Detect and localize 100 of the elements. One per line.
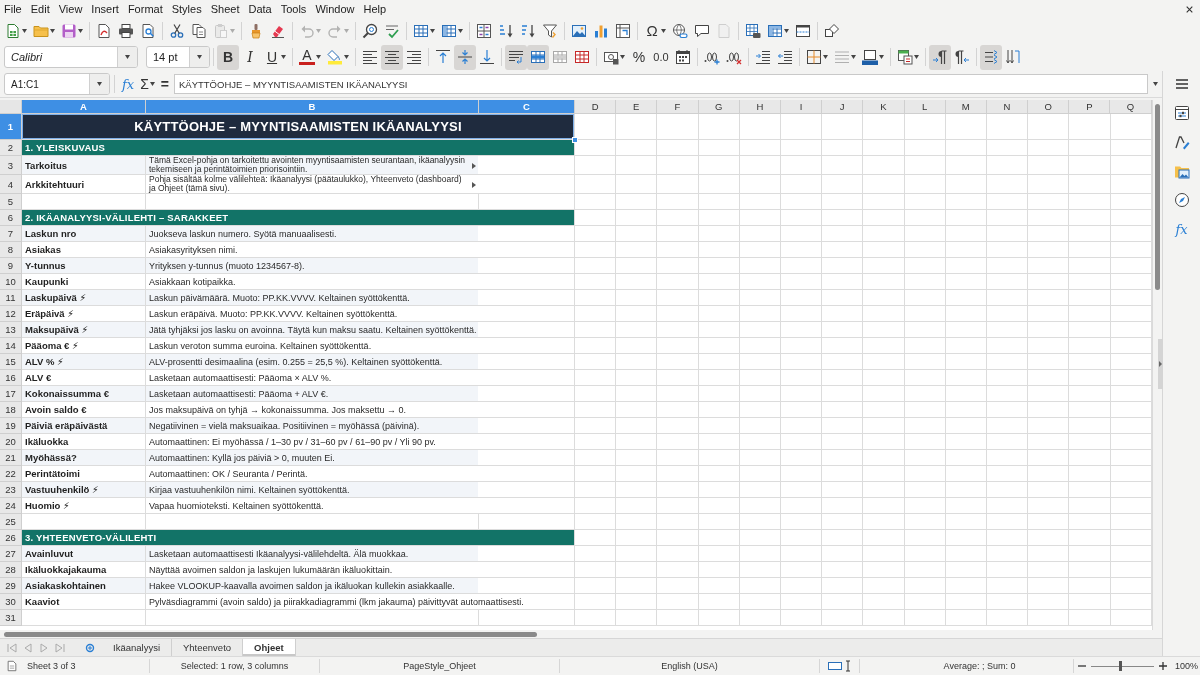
wrap-text-button[interactable] — [505, 44, 527, 70]
column-header[interactable]: J — [822, 100, 864, 114]
sidebar-collapse-button[interactable] — [1158, 339, 1163, 389]
font-name-field[interactable]: Calibri — [4, 46, 138, 68]
page-style-text: PageStyle_Ohjeet — [403, 661, 476, 671]
table-grid-icon — [745, 22, 761, 39]
align-center-button[interactable] — [381, 44, 403, 70]
column-header[interactable]: E — [616, 100, 658, 114]
function-wizard-button[interactable]: fx — [119, 73, 138, 95]
row-header[interactable]: 26 — [0, 530, 22, 546]
row-header[interactable]: 31 — [0, 610, 22, 626]
bold-button[interactable]: B — [217, 44, 239, 70]
row-header[interactable]: 5 — [0, 194, 22, 210]
percent-format-button[interactable]: % — [628, 44, 650, 70]
zoom-slider-thumb[interactable] — [1118, 661, 1122, 671]
row-header[interactable]: 23 — [0, 482, 22, 498]
row-header[interactable]: 12 — [0, 306, 22, 322]
row-header[interactable]: 7 — [0, 226, 22, 242]
zoom-percent-text[interactable]: 100% — [1175, 661, 1199, 671]
row-header[interactable]: 19 — [0, 418, 22, 434]
printer-icon — [118, 22, 134, 39]
row-header[interactable]: 20 — [0, 434, 22, 450]
row-header[interactable]: 17 — [0, 386, 22, 402]
column-header[interactable]: M — [945, 100, 987, 114]
row-header[interactable]: 21 — [0, 450, 22, 466]
menu-item[interactable]: Styles — [167, 0, 206, 18]
row-header[interactable]: 28 — [0, 562, 22, 578]
column-header[interactable]: G — [698, 100, 740, 114]
dropdown-button[interactable] — [189, 47, 209, 67]
row-header[interactable]: 24 — [0, 498, 22, 514]
font-size-field[interactable]: 14 pt — [146, 46, 210, 68]
scissors-icon — [169, 22, 185, 39]
menu-item[interactable]: Sheet — [206, 0, 244, 18]
menu-item[interactable]: View — [54, 0, 87, 18]
number-format-button[interactable]: 0.0 — [650, 44, 672, 70]
scrollbar-thumb[interactable] — [1155, 104, 1160, 290]
menu-item[interactable]: Format — [123, 0, 167, 18]
row-header[interactable]: 13 — [0, 322, 22, 338]
row-header[interactable]: 27 — [0, 546, 22, 562]
menu-item[interactable]: Help — [359, 0, 391, 18]
italic-button[interactable]: I — [239, 44, 261, 70]
menu-item[interactable]: Insert — [87, 0, 123, 18]
scrollbar-thumb[interactable] — [4, 632, 537, 637]
row-header[interactable]: 18 — [0, 402, 22, 418]
column-header[interactable]: P — [1069, 100, 1111, 114]
column-header[interactable]: H — [739, 100, 781, 114]
row-header[interactable]: 11 — [0, 290, 22, 306]
menu-item[interactable]: Tools — [276, 0, 311, 18]
conditional-format-icon — [897, 49, 913, 65]
sheet-tab[interactable]: Ikäanalyysi — [102, 639, 172, 656]
table-cell: Automaattinen: Ei myöhässä / 1–30 pv / 31–60 pv / 61–90 pv / Yli 90 pv. — [146, 434, 575, 450]
row-header[interactable]: 14 — [0, 338, 22, 354]
row-header[interactable]: 29 — [0, 578, 22, 594]
row-header[interactable]: 22 — [0, 466, 22, 482]
special-character-button[interactable]: Ω — [641, 19, 669, 42]
table-cell: Jätä tyhjäksi jos lasku on avoinna. Täytä kun maksu saatu. Keltainen syöttökenttä. — [146, 322, 575, 338]
menu-item[interactable]: Data — [244, 0, 276, 18]
text-cursor-icon — [843, 660, 852, 672]
menu-item[interactable]: Edit — [26, 0, 54, 18]
column-header[interactable]: F — [657, 100, 699, 114]
row-header[interactable]: 9 — [0, 258, 22, 274]
name-box-field[interactable]: A1:C1 — [4, 73, 110, 95]
row-header[interactable]: 10 — [0, 274, 22, 290]
column-header[interactable]: N — [986, 100, 1029, 114]
split-window-icon — [795, 22, 811, 39]
column-header[interactable]: Q — [1110, 100, 1152, 114]
row-header[interactable]: 8 — [0, 242, 22, 258]
column-header[interactable]: I — [780, 100, 823, 114]
row-header[interactable]: 25 — [0, 514, 22, 530]
zoom-in-button[interactable] — [1157, 660, 1169, 672]
row-header[interactable]: 2 — [0, 140, 22, 156]
merge-center-icon — [530, 49, 546, 65]
menu-item[interactable]: Window — [311, 0, 359, 18]
column-header[interactable]: O — [1028, 100, 1070, 114]
row-header[interactable]: 16 — [0, 370, 22, 386]
row-header[interactable]: 4 — [0, 175, 22, 194]
sheet-tab[interactable]: Ohjeet — [243, 639, 296, 656]
row-header[interactable]: 6 — [0, 210, 22, 226]
row-header[interactable]: 15 — [0, 354, 22, 370]
functions-button[interactable]: fx — [1169, 217, 1194, 241]
row-header[interactable]: 3 — [0, 156, 22, 175]
table-cell: Laskun eräpäivä. Muoto: PP.KK.VVVV. Keltainen syöttökenttä. — [146, 306, 575, 322]
sum-button[interactable]: Σ — [137, 73, 158, 95]
text-direction-button[interactable] — [980, 44, 1002, 70]
merge-center-button[interactable] — [527, 44, 549, 70]
font-color-button[interactable]: A — [296, 44, 324, 70]
column-header[interactable]: K — [863, 100, 905, 114]
dropdown-button[interactable] — [117, 47, 137, 67]
formula-button[interactable]: = — [157, 73, 172, 95]
menu-item[interactable]: File — [0, 0, 26, 18]
selection-handle-icon[interactable] — [572, 137, 578, 143]
underline-button[interactable]: U — [261, 44, 289, 70]
table-cell: Lasketaan automaattisesti Ikäanalyysi-välilehdeltä. Älä muokkaa. — [146, 546, 575, 562]
left-to-right-button[interactable] — [929, 44, 951, 70]
column-header[interactable]: D — [575, 100, 617, 114]
menu-icon — [1173, 76, 1190, 92]
dropdown-button[interactable] — [89, 74, 109, 94]
column-header[interactable]: L — [904, 100, 946, 114]
row-header[interactable]: 30 — [0, 594, 22, 610]
formula-input-field[interactable]: KÄYTTÖOHJE – MYYNTISAAMISTEN IKÄANALYYSI — [174, 74, 1148, 94]
